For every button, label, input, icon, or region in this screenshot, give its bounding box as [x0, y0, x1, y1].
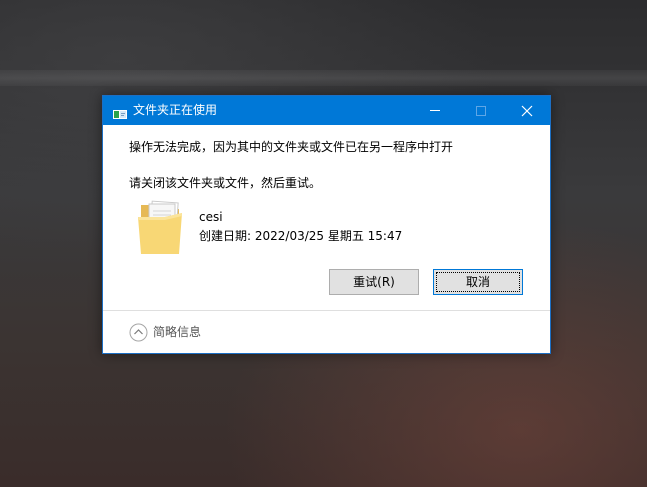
close-icon	[521, 105, 533, 117]
maximize-icon	[476, 106, 486, 116]
window-title: 文件夹正在使用	[133, 103, 218, 117]
file-in-use-dialog: 文件夹正在使用 操作无法完成，因为其中的文件夹或文件已在另一程序中打开 请关闭该…	[102, 95, 551, 354]
title-bar[interactable]: 文件夹正在使用	[103, 96, 550, 125]
retry-button[interactable]: 重试(R)	[329, 269, 419, 295]
divider	[103, 310, 550, 311]
maximize-button[interactable]	[458, 96, 504, 125]
cancel-button-label: 取消	[465, 275, 490, 289]
file-created-date: 创建日期: 2022/03/25 星期五 15:47	[199, 229, 403, 243]
instruction-message: 请关闭该文件夹或文件，然后重试。	[129, 176, 322, 190]
file-name: cesi	[199, 210, 223, 224]
error-message: 操作无法完成，因为其中的文件夹或文件已在另一程序中打开	[129, 140, 454, 154]
fewer-details-toggle[interactable]: 简略信息	[129, 323, 239, 343]
fewer-details-label: 简略信息	[153, 325, 202, 339]
minimize-icon	[430, 110, 440, 111]
chevron-up-icon[interactable]	[129, 323, 148, 342]
folder-in-use-icon	[113, 105, 127, 119]
minimize-button[interactable]	[412, 96, 458, 125]
folder-icon	[135, 199, 185, 257]
close-button[interactable]	[504, 96, 550, 125]
cancel-button[interactable]: 取消	[433, 269, 523, 295]
